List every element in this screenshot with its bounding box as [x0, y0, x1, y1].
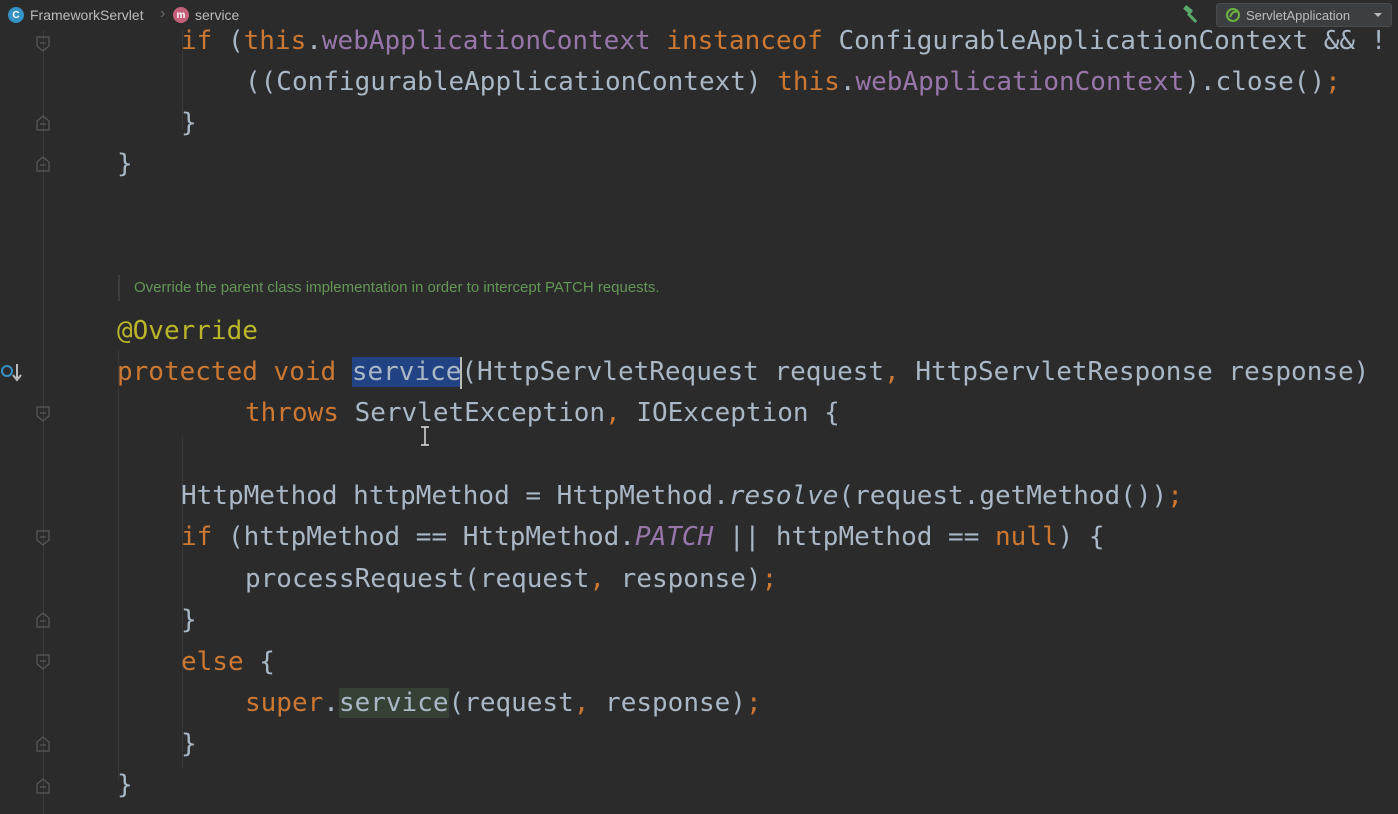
- overrides-method-icon[interactable]: [0, 360, 24, 384]
- indent-guide: [118, 350, 119, 780]
- selected-text[interactable]: service: [351, 357, 462, 387]
- fold-end-icon[interactable]: [36, 36, 50, 52]
- code-line[interactable]: protected void service(HttpServletReques…: [117, 352, 1369, 392]
- code-line[interactable]: }: [181, 103, 197, 143]
- fold-start-icon[interactable]: [36, 530, 50, 546]
- code-line[interactable]: }: [117, 765, 133, 805]
- code-line[interactable]: @Override: [117, 311, 258, 351]
- mouse-ibeam-cursor-icon: [421, 426, 429, 446]
- code-line[interactable]: if (httpMethod == HttpMethod.PATCH || ht…: [181, 517, 1105, 557]
- breadcrumb-class[interactable]: C FrameworkServlet: [8, 7, 144, 23]
- doc-comment[interactable]: Override the parent class implementation…: [118, 275, 660, 301]
- usage-highlight[interactable]: service: [338, 688, 449, 718]
- chevron-down-icon: [1374, 13, 1382, 17]
- code-line[interactable]: }: [181, 724, 197, 764]
- fold-end-icon[interactable]: [36, 156, 50, 172]
- fold-start-icon[interactable]: [36, 654, 50, 670]
- code-line[interactable]: }: [117, 144, 133, 184]
- gutter-separator: [43, 30, 44, 814]
- code-line[interactable]: else {: [181, 642, 275, 682]
- code-line[interactable]: throws ServletException, IOException {: [245, 393, 840, 433]
- fold-end-icon[interactable]: [36, 778, 50, 794]
- class-icon: C: [8, 7, 24, 23]
- code-line[interactable]: }: [181, 600, 197, 640]
- fold-end-icon[interactable]: [36, 736, 50, 752]
- breadcrumb-class-label: FrameworkServlet: [30, 7, 144, 23]
- code-line[interactable]: processRequest(request, response);: [245, 559, 777, 599]
- code-line[interactable]: if (this.webApplicationContext instanceo…: [181, 21, 1386, 61]
- fold-end-icon[interactable]: [36, 115, 50, 131]
- code-line[interactable]: super.service(request, response);: [245, 683, 762, 723]
- code-line[interactable]: HttpMethod httpMethod = HttpMethod.resol…: [181, 476, 1183, 516]
- breadcrumb-separator-icon: ›: [160, 5, 166, 22]
- fold-end-icon[interactable]: [36, 612, 50, 628]
- fold-start-icon[interactable]: [36, 406, 50, 422]
- code-line[interactable]: ((ConfigurableApplicationContext) this.w…: [245, 62, 1341, 102]
